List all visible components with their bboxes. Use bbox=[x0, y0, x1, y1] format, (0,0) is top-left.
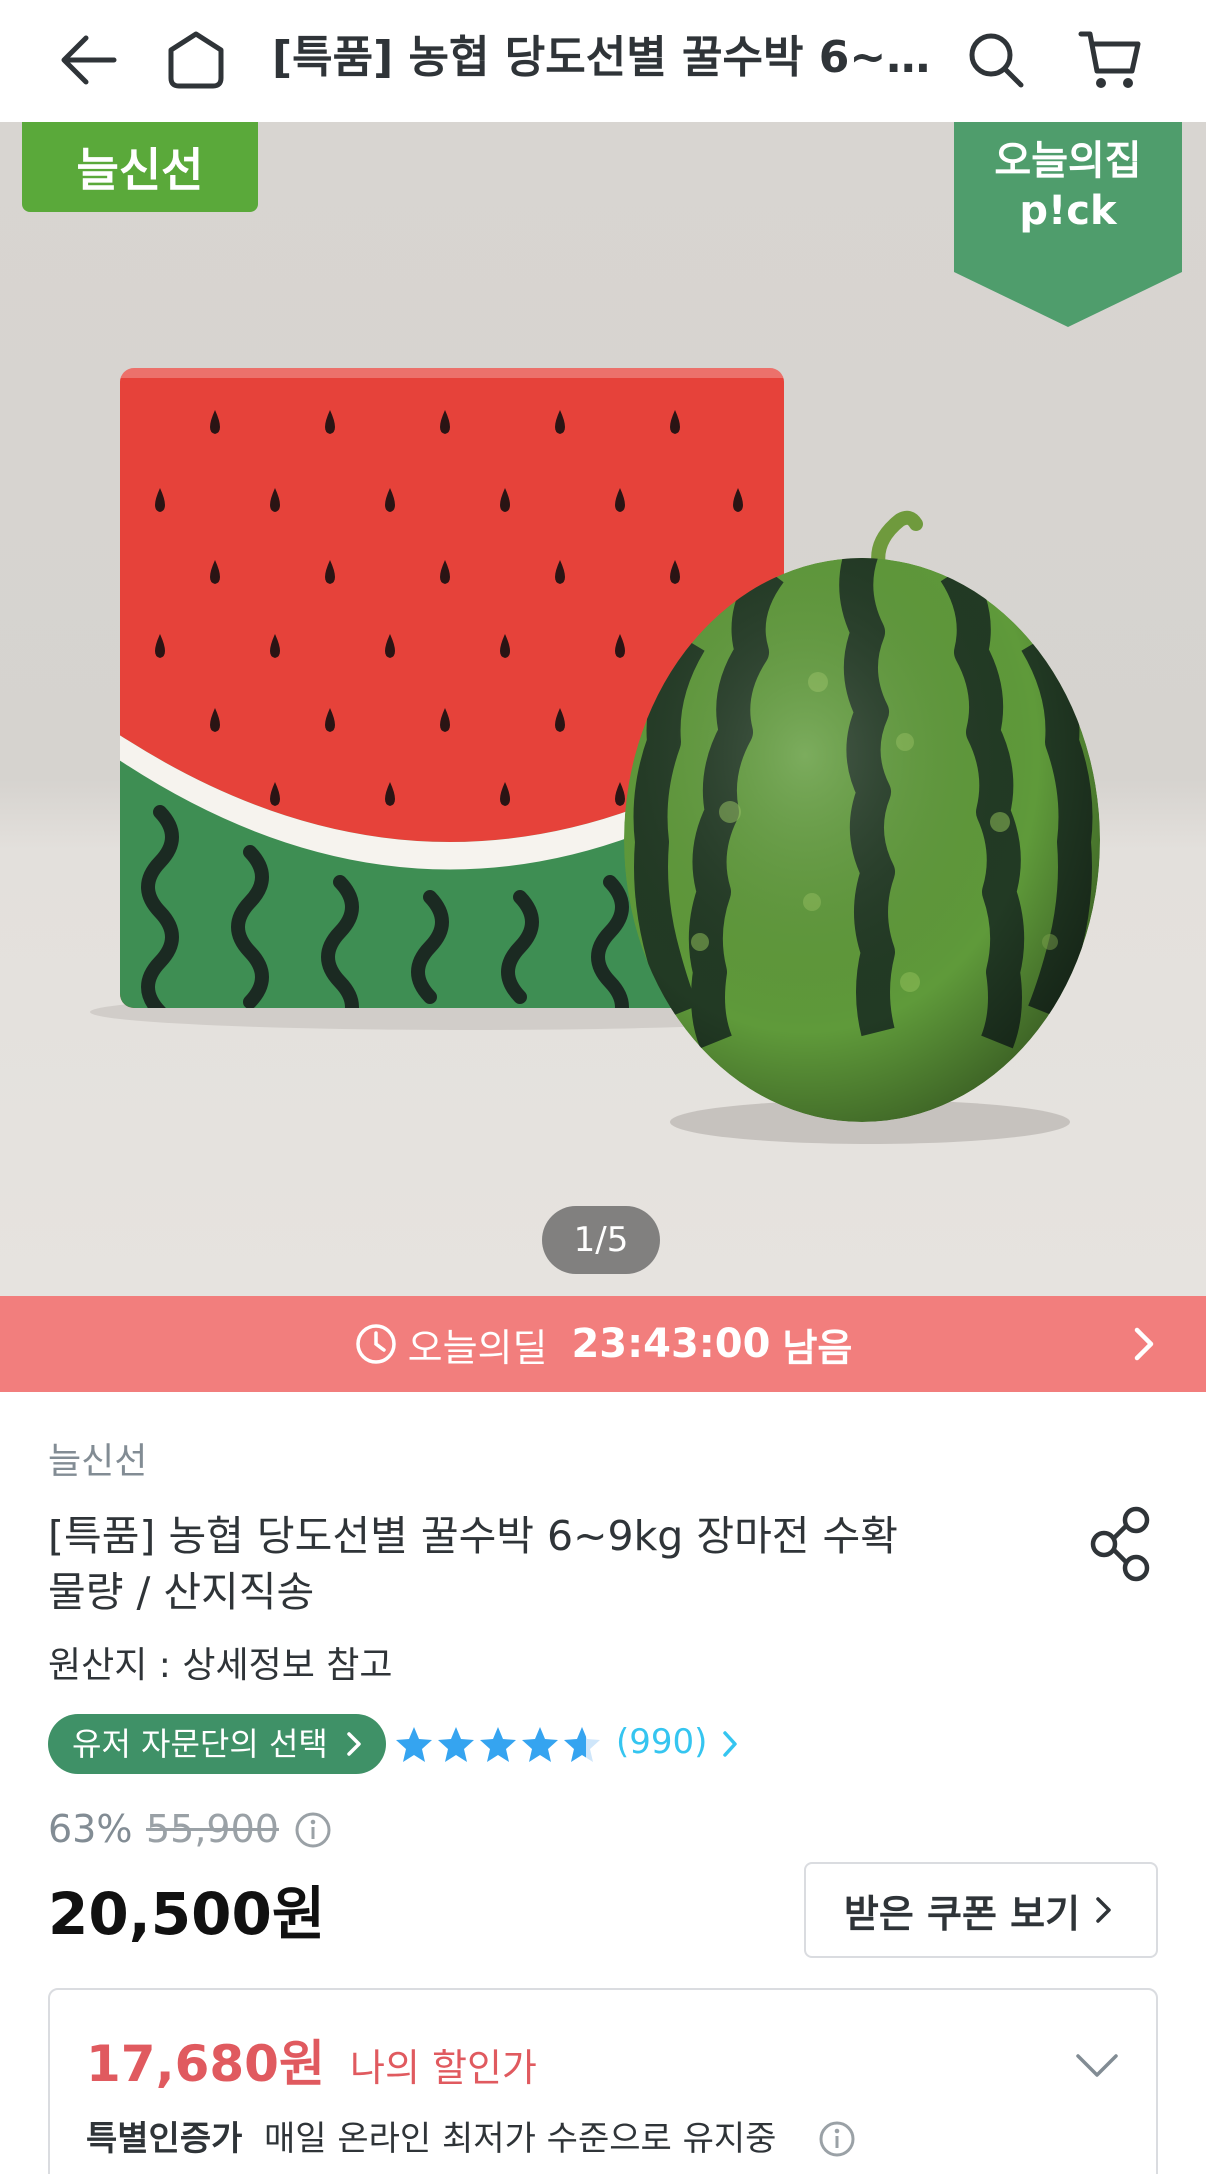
search-icon[interactable] bbox=[956, 20, 1036, 100]
share-icon[interactable] bbox=[1086, 1504, 1156, 1584]
review-count[interactable]: (990) bbox=[616, 1720, 707, 1764]
product-title-line1: [특품] 농협 당도선별 꿀수박 6~9kg 장마전 수확 bbox=[48, 1512, 898, 1560]
special-certified-price-text: 매일 온라인 최저가 수준으로 유지중 bbox=[264, 2119, 777, 2159]
deal-label: 오늘의딜 bbox=[407, 1325, 548, 1370]
product-title: [특품] 농협 당도선별 꿀수박 6~9kg 장마전 수확 물량 / 산지직송 bbox=[48, 1508, 1008, 1620]
pick-badge-line2: p!ck bbox=[1019, 188, 1117, 234]
view-coupons-button[interactable]: 받은 쿠폰 보기 bbox=[804, 1862, 1158, 1958]
chevron-right-icon bbox=[1134, 1327, 1154, 1361]
chevron-down-icon[interactable] bbox=[1072, 2046, 1122, 2086]
pick-badge: 오늘의집 p!ck bbox=[954, 122, 1182, 327]
cart-icon[interactable] bbox=[1070, 20, 1150, 100]
deal-remaining-label: 남음 bbox=[782, 1325, 853, 1370]
half-star-icon bbox=[564, 1727, 600, 1762]
page-title: [특품] 농협 당도선별 꿀수박 6~9k… bbox=[272, 32, 952, 83]
user-advisory-pick-badge[interactable]: 유저 자문단의 선택 bbox=[48, 1714, 386, 1774]
info-icon[interactable] bbox=[294, 1811, 332, 1849]
chevron-right-icon[interactable] bbox=[716, 1728, 744, 1760]
my-discount-price-panel[interactable]: 17,680원 나의 할인가 특별인증가 매일 온라인 최저가 수준으로 유지중 bbox=[48, 1988, 1158, 2174]
home-icon[interactable] bbox=[156, 20, 236, 100]
star-icon bbox=[438, 1727, 474, 1762]
star-rating[interactable] bbox=[394, 1722, 604, 1766]
star-icon bbox=[522, 1727, 558, 1762]
my-discount-price-label: 나의 할인가 bbox=[350, 2046, 537, 2090]
user-advisory-pick-label: 유저 자문단의 선택 bbox=[72, 1725, 328, 1763]
sale-price: 20,500원 bbox=[48, 1880, 326, 1948]
special-certified-price-label: 특별인증가 bbox=[86, 2119, 243, 2159]
clock-icon bbox=[355, 1324, 396, 1364]
pick-badge-line1: 오늘의집 bbox=[994, 138, 1142, 184]
top-app-bar: [특품] 농협 당도선별 꿀수박 6~9k… bbox=[0, 0, 1206, 122]
original-price: 55,900 bbox=[146, 1807, 279, 1851]
chevron-right-icon bbox=[1096, 1897, 1111, 1923]
back-arrow-icon[interactable] bbox=[48, 20, 128, 100]
my-discount-price: 17,680원 bbox=[86, 2035, 325, 2093]
image-page-indicator: 1/5 bbox=[542, 1206, 660, 1274]
star-icon bbox=[396, 1727, 432, 1762]
star-icon bbox=[480, 1727, 516, 1762]
discount-rate: 63% bbox=[48, 1807, 133, 1851]
origin-info: 원산지 : 상세정보 참고 bbox=[48, 1645, 393, 1686]
deal-countdown: 23:43:00 bbox=[571, 1321, 771, 1367]
info-icon[interactable] bbox=[818, 2120, 856, 2158]
view-coupons-label: 받은 쿠폰 보기 bbox=[843, 1891, 1081, 1936]
todays-deal-bar[interactable]: 오늘의딜 23:43:00 남음 bbox=[0, 1296, 1206, 1392]
product-image-carousel[interactable]: 늘신선 오늘의집 p!ck 1/5 bbox=[0, 122, 1206, 1296]
chevron-right-icon bbox=[347, 1732, 361, 1756]
brand-badge: 늘신선 bbox=[22, 122, 258, 212]
product-title-line2: 물량 / 산지직송 bbox=[48, 1568, 315, 1616]
brand-name[interactable]: 늘신선 bbox=[48, 1432, 147, 1484]
